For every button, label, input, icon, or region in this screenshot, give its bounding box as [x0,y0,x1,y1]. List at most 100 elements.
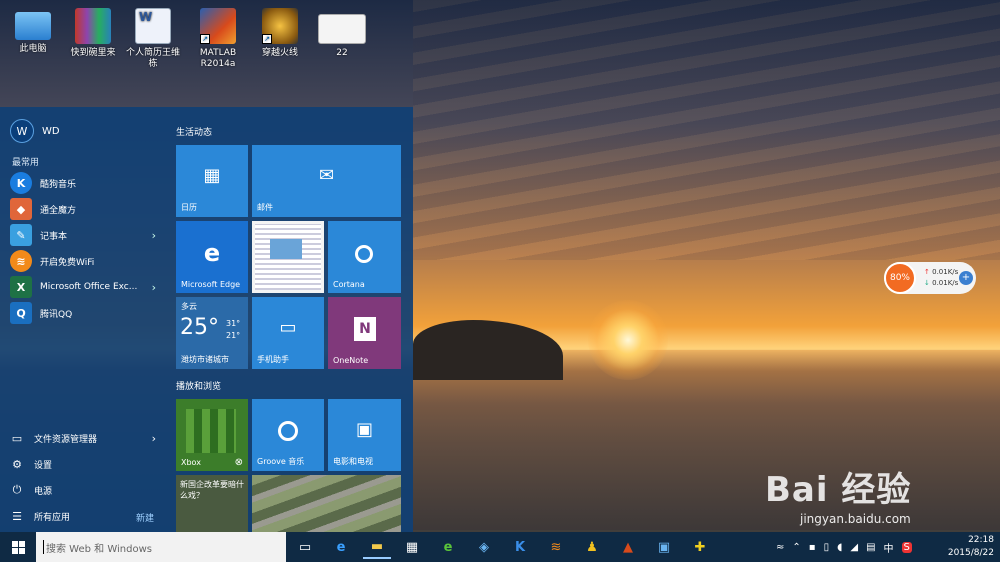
download-speed: 0.01K/s [932,279,959,287]
avatar: W [10,119,34,143]
matlab-icon[interactable]: ▲ [614,535,642,559]
action-center-icon[interactable]: ▤ [866,542,875,553]
mail-icon: ✉ [318,165,335,186]
ime-indicator[interactable]: 中 [884,540,894,555]
start-tiles: 生活动态 ▦ 日历 ✉ 邮件 e Microsoft Edge Cortana … [168,107,413,532]
onenote-icon: N [354,317,376,341]
memory-usage-badge: 80% [884,262,916,294]
tile-newspaper[interactable] [252,221,324,293]
weather-high: 31° [226,319,241,328]
search-box[interactable]: 搜索 Web 和 Windows [36,532,286,562]
chevron-right-icon[interactable]: › [152,281,156,294]
gear-icon: ⚙ [12,457,22,471]
network-icon[interactable]: ◢ [850,542,858,553]
store-icon[interactable]: ▦ [398,535,426,559]
weather-city: 潍坊市诸城市 [181,355,229,364]
tile-photos[interactable] [252,475,401,532]
start-menu: W WD 最常用 K 酷狗音乐 ◆ 通全魔方 ✎ 记事本 › ≋ 开启免费WiF… [0,107,413,532]
minecraft-art [186,409,236,453]
speedup-icon[interactable]: + [959,271,973,285]
xbox-icon: ⊗ [234,457,243,468]
tile-cortana[interactable]: Cortana [328,221,401,293]
desktop-icon-this-pc[interactable]: 此电脑 [3,8,63,55]
system-tray: ≈ ⌃ ▪ ▯ ◖ ◢ ▤ 中 S [776,532,912,562]
notepad-icon: ✎ [10,224,32,246]
task-view-icon[interactable]: ▭ [291,535,319,559]
desktop-icon-winrar[interactable]: 快到碗里来 [63,8,123,59]
tile-news[interactable]: 新国企改革要暗什么戏？ [176,475,248,532]
groove-icon [278,421,298,441]
clock[interactable]: 22:18 2015/8/22 [948,534,994,560]
download-arrow-icon: ↓ [924,279,930,287]
new-badge: 新建 [136,514,155,524]
start-app-mofang[interactable]: ◆ 通全魔方 [10,197,160,221]
tile-edge[interactable]: e Microsoft Edge [176,221,248,293]
chevron-right-icon[interactable]: › [152,229,156,242]
tile-onenote[interactable]: N OneNote [328,297,401,369]
weather-low: 21° [226,331,241,340]
network-speed-widget[interactable]: 80% ↑ 0.01K/s ↓ 0.01K/s + [884,262,976,294]
desktop-icon-22[interactable]: 22 [312,8,372,59]
360-browser-icon[interactable]: e [434,535,462,559]
wifi-app-icon[interactable]: ≋ [542,535,570,559]
phone-icon: ▭ [279,317,297,338]
tile-phone-assistant[interactable]: ▭ 手机助手 [252,297,324,369]
sogou-icon[interactable]: S [901,541,912,553]
qq-icon[interactable]: ♟ [578,535,606,559]
qq-icon: Q [10,302,32,324]
tile-movies[interactable]: ▣ 电影和电视 [328,399,401,471]
tile-mail[interactable]: ✉ 邮件 [252,145,401,217]
upload-arrow-icon: ↑ [924,268,930,276]
desktop-icon-resume[interactable]: W 个人简历王维栋 [123,8,183,70]
newspaper-photo [270,239,302,259]
network-app-icon[interactable]: ◈ [470,535,498,559]
settings-item[interactable]: ⚙ 设置 [10,453,160,475]
kugou-icon[interactable]: K [506,535,534,559]
baidu-watermark: Bai 经验 [765,470,912,510]
winrar-icon [75,8,111,44]
chevron-right-icon[interactable]: › [152,432,156,445]
power-icon: ⏻ [12,483,22,496]
image-file-icon [318,14,366,44]
sky-clouds [413,0,1000,260]
file-explorer-item[interactable]: ▭ 文件资源管理器 › [10,427,160,449]
clapperboard-icon: ▣ [355,419,373,440]
group-heading-life: 生活动态 [176,128,213,138]
start-app-kugou[interactable]: K 酷狗音乐 [10,171,160,195]
excel-icon: X [10,276,32,298]
rocks [413,320,563,380]
start-menu-left-pane: W WD 最常用 K 酷狗音乐 ◆ 通全魔方 ✎ 记事本 › ≋ 开启免费WiF… [0,107,168,532]
clock-date: 2015/8/22 [947,548,994,558]
tile-calendar[interactable]: ▦ 日历 [176,145,248,217]
tile-xbox[interactable]: Xbox ⊗ [176,399,248,471]
edge-icon: e [203,239,221,267]
taskbar: 搜索 Web 和 Windows ▭ e ▬ ▦ e ◈ K ≋ ♟ ▲ ▣ ✚… [0,532,1000,562]
monitor-icon[interactable]: ▣ [650,535,678,559]
tile-weather[interactable]: 多云 25° 31° 21° 潍坊市诸城市 [176,297,248,369]
file-explorer-icon[interactable]: ▬ [363,535,391,559]
battery-icon[interactable]: ▯ [824,542,830,553]
sun [588,300,668,380]
volume-icon[interactable]: ◖ [837,542,842,553]
start-button[interactable] [0,532,36,562]
start-app-excel[interactable]: X Microsoft Office Exc... › [10,275,160,299]
tile-groove[interactable]: Groove 音乐 [252,399,324,471]
start-app-free-wifi[interactable]: ≋ 开启免费WiFi [10,249,160,273]
power-item[interactable]: ⏻ 电源 [10,479,160,501]
weather-condition: 多云 [181,302,197,311]
start-app-notepad[interactable]: ✎ 记事本 › [10,223,160,247]
game-icon[interactable]: ✚ [686,535,714,559]
start-app-qq[interactable]: Q 腾讯QQ [10,301,160,325]
upload-speed: 0.01K/s [932,268,959,276]
desktop-icon-matlab[interactable]: ↗ MATLAB R2014a [188,8,248,70]
wifi-icon[interactable]: ≈ [776,542,784,553]
chevron-up-icon[interactable]: ⌃ [792,542,800,553]
edge-icon[interactable]: e [327,535,355,559]
most-used-heading: 最常用 [12,158,40,168]
folder-icon: ▭ [11,431,23,445]
desktop-icon-crossfire[interactable]: ↗ 穿越火线 [250,8,310,59]
windows-logo-icon [11,540,25,554]
tray-app-icon[interactable]: ▪ [809,542,816,553]
clock-time: 22:18 [968,535,994,545]
user-account[interactable]: W WD [10,119,60,143]
